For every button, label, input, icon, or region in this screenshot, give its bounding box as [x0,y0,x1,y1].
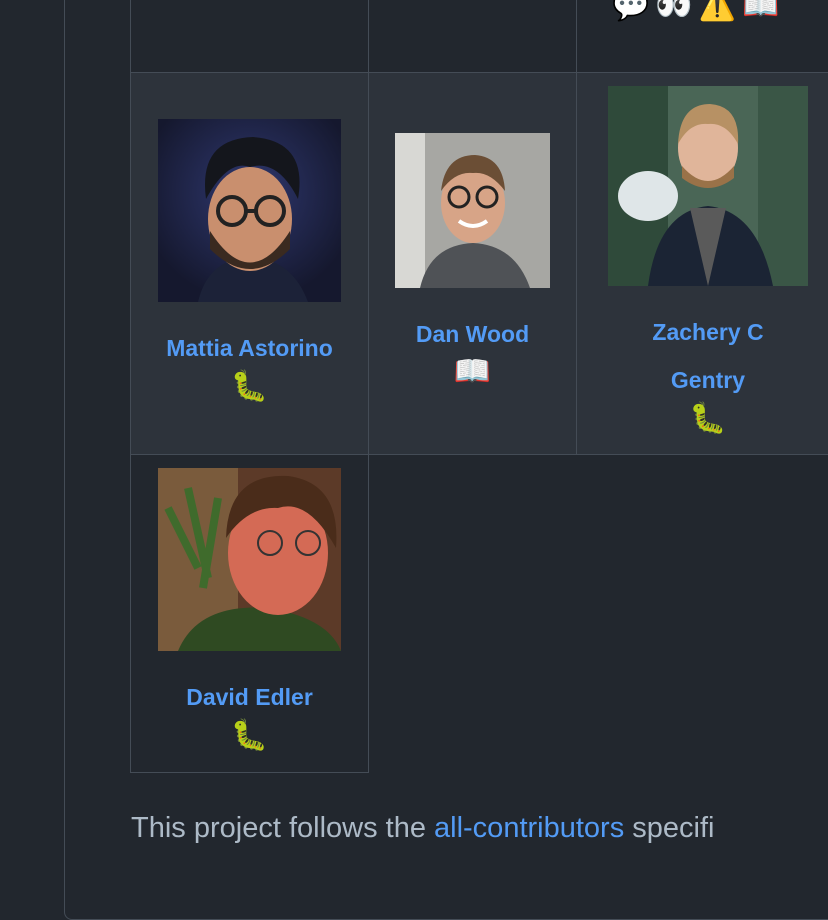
contributor-name-line[interactable]: Gentry [577,356,828,404]
avatar[interactable] [158,468,341,651]
readme-page: 💬👀⚠️📖 Mattia Astorino 🐛 Dan Wood 📖 Zache… [0,0,828,920]
speech-bubble-icon: 💬 [612,0,656,23]
contribution-emojis: 💬👀⚠️📖 [612,0,785,23]
contributor-name-link[interactable]: David Edler [131,673,368,721]
attribution-prefix: This project follows the [131,812,435,844]
avatar[interactable] [395,133,550,288]
contributor-cell: Dan Wood 📖 [369,73,576,454]
bug-icon: 🐛 [230,718,269,753]
book-icon: 📖 [453,354,492,389]
contributor-name-link[interactable]: Mattia Astorino [131,324,368,372]
avatar[interactable] [158,119,341,302]
contributor-cell: Mattia Astorino 🐛 [131,73,368,454]
all-contributors-link[interactable]: all-contributors [434,812,624,844]
contributor-name-link[interactable]: Zachery C Gentry [577,308,828,404]
bug-icon: 🐛 [230,369,269,404]
contributor-name-link[interactable]: Dan Wood [369,310,576,358]
book-icon: 📖 [742,0,786,23]
contributor-name-line[interactable]: Zachery C [577,308,828,356]
table-divider [130,772,369,773]
bug-icon: 🐛 [689,401,727,436]
attribution-suffix: specifi [624,812,715,844]
attribution-text: This project follows the all-contributor… [131,812,714,845]
avatar[interactable] [608,86,808,286]
contributor-cell: David Edler 🐛 [131,455,368,772]
contributor-cell: Zachery C Gentry 🐛 [577,73,828,454]
eyes-icon: 👀 [655,0,699,23]
warning-icon: ⚠️ [698,0,743,23]
